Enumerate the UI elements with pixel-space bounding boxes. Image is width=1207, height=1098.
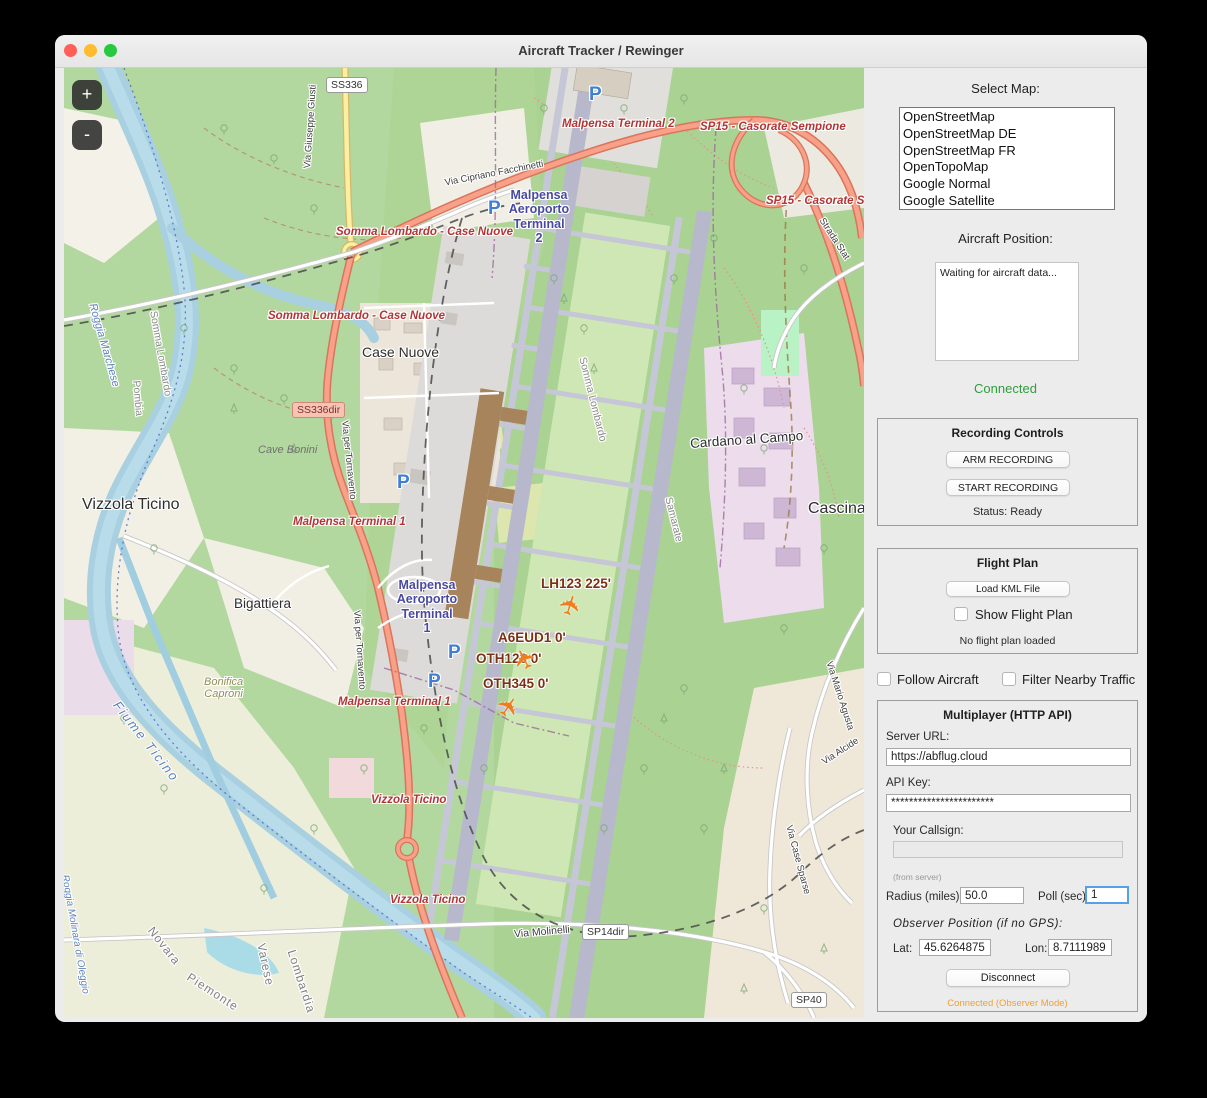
map-zoom-in-button[interactable]: + <box>72 80 102 110</box>
filter-traffic-checkbox[interactable] <box>1002 672 1016 686</box>
flight-plan-group: Flight Plan Load KML File Show Flight Pl… <box>877 548 1138 654</box>
connection-status: Connected <box>864 381 1147 396</box>
map-canvas <box>64 68 864 1018</box>
control-panel: Select Map: OpenStreetMap OpenStreetMap … <box>864 68 1147 1022</box>
aircraft-position-box[interactable]: Waiting for aircraft data... <box>935 262 1079 361</box>
title-bar: Aircraft Tracker / Rewinger <box>55 35 1147 68</box>
aircraft-position-label: Aircraft Position: <box>864 231 1147 246</box>
disconnect-button[interactable]: Disconnect <box>946 969 1070 987</box>
lon-input[interactable] <box>1048 939 1112 956</box>
poll-label: Poll (sec): <box>1038 891 1089 903</box>
map-select-listbox[interactable]: OpenStreetMap OpenStreetMap DE OpenStree… <box>899 107 1115 210</box>
recording-controls-group: Recording Controls ARM RECORDING START R… <box>877 418 1138 526</box>
poll-input[interactable] <box>1085 886 1129 904</box>
observer-position-label: Observer Position (if no GPS): <box>893 918 1063 930</box>
recording-status: Status: Ready <box>878 506 1137 518</box>
follow-aircraft-checkbox[interactable] <box>877 672 891 686</box>
follow-aircraft-label: Follow Aircraft <box>897 672 979 687</box>
map-option[interactable]: Google Normal <box>903 176 1114 193</box>
map-option[interactable]: OpenStreetMap <box>903 109 1114 126</box>
load-kml-button[interactable]: Load KML File <box>946 581 1070 597</box>
recording-controls-title: Recording Controls <box>878 426 1137 440</box>
select-map-label: Select Map: <box>864 81 1147 96</box>
filter-traffic-label: Filter Nearby Traffic <box>1022 672 1135 687</box>
lat-input[interactable] <box>919 939 991 956</box>
multiplayer-group: Multiplayer (HTTP API) Server URL: API K… <box>877 700 1138 1012</box>
map-zoom-out-button[interactable]: - <box>72 120 102 150</box>
server-url-label: Server URL: <box>886 731 949 743</box>
map-option[interactable]: OpenStreetMap FR <box>903 143 1114 160</box>
multiplayer-status: Connected (Observer Mode) <box>878 998 1137 1009</box>
lat-label: Lat: <box>893 943 912 955</box>
window-title: Aircraft Tracker / Rewinger <box>55 43 1147 58</box>
map-option[interactable]: Google Satellite <box>903 193 1114 210</box>
multiplayer-title: Multiplayer (HTTP API) <box>878 708 1137 722</box>
start-recording-button[interactable]: START RECORDING <box>946 479 1070 496</box>
server-url-input[interactable] <box>886 748 1131 766</box>
map-option[interactable]: OpenTopoMap <box>903 159 1114 176</box>
api-key-label: API Key: <box>886 777 931 789</box>
map-option[interactable]: OpenStreetMap DE <box>903 126 1114 143</box>
show-flight-plan-checkbox[interactable] <box>954 607 968 621</box>
callsign-input[interactable] <box>893 841 1123 858</box>
flight-plan-title: Flight Plan <box>878 556 1137 570</box>
radius-label: Radius (miles): <box>886 891 963 903</box>
map-view[interactable]: + - SS336 SS336dir SP14dir SP40 Malpensa… <box>64 68 864 1018</box>
arm-recording-button[interactable]: ARM RECORDING <box>946 451 1070 468</box>
app-window: Aircraft Tracker / Rewinger <box>55 35 1147 1022</box>
lon-label: Lon: <box>1025 943 1047 955</box>
radius-input[interactable] <box>960 887 1024 904</box>
callsign-label: Your Callsign: <box>893 825 964 837</box>
show-flight-plan-label: Show Flight Plan <box>975 607 1073 622</box>
callsign-hint: (from server) <box>893 872 942 882</box>
api-key-input[interactable] <box>886 794 1131 812</box>
flight-plan-status: No flight plan loaded <box>878 635 1137 647</box>
